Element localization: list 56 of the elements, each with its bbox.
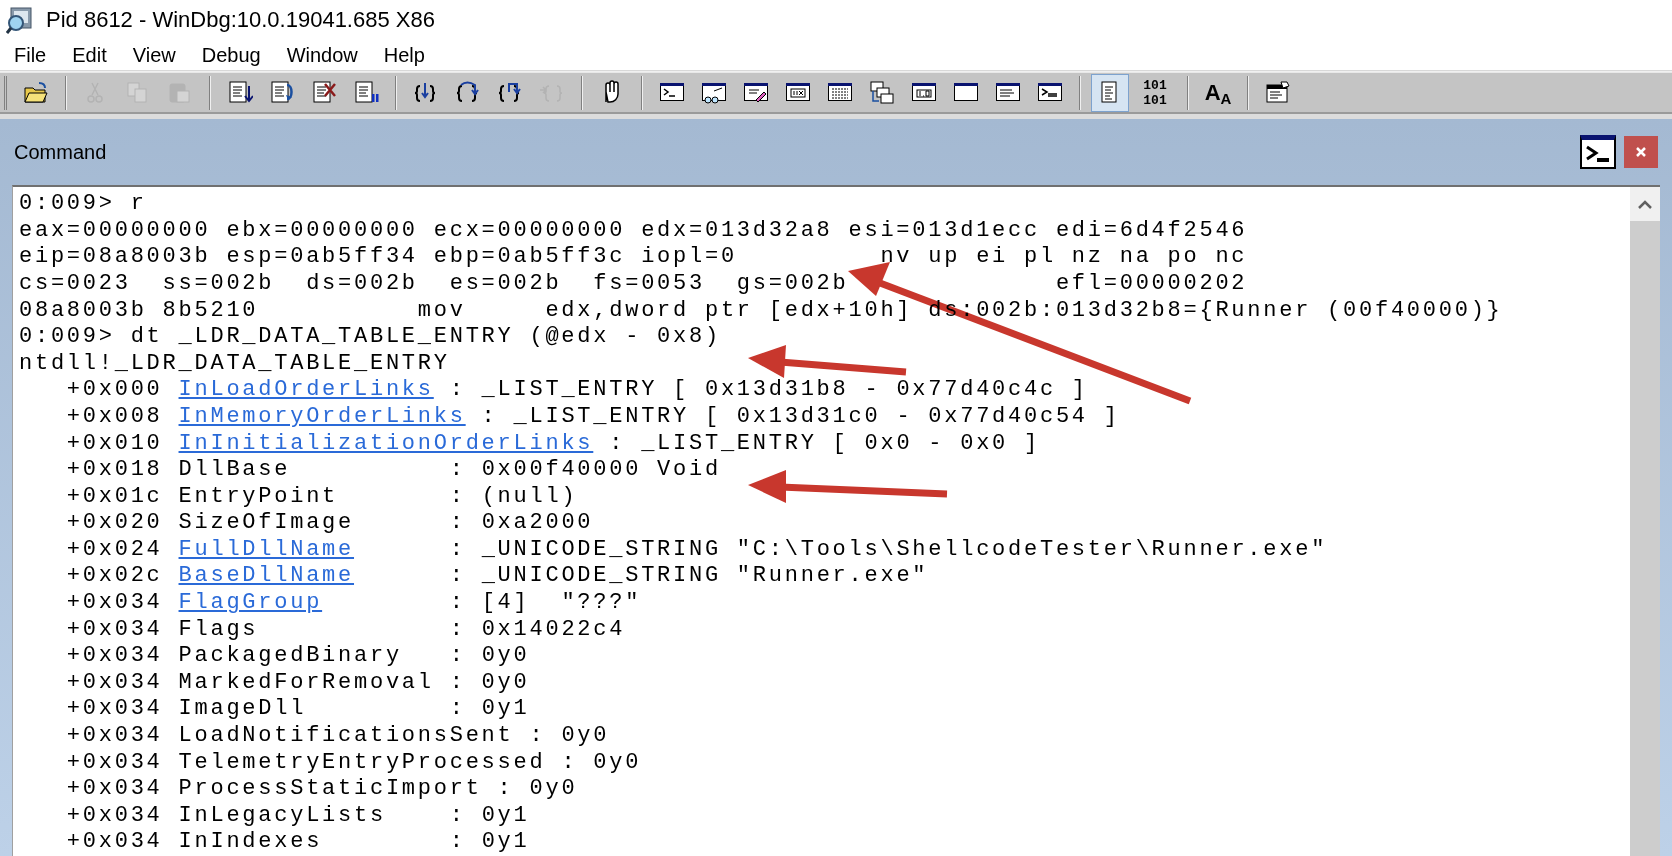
console-line: eip=08a8003b esp=0ab5ff34 ebp=0ab5ff3c iopl=0 nv up ei pl nz na po nc bbox=[19, 244, 1248, 270]
console-line: eax=00000000 ebx=00000000 ecx=00000000 edx=013d32a8 esi=013d1ecc edi=6d4f2546 bbox=[19, 217, 1248, 243]
scrollbar[interactable] bbox=[1630, 187, 1660, 856]
document-cross-icon bbox=[311, 79, 337, 106]
console-line: +0x008 InMemoryOrderLinks : _LIST_ENTRY [ 0x13d31c0 - 0x77d40c54 ] bbox=[65, 403, 1120, 429]
console-line: +0x034 InLegacyLists : 0y1 bbox=[65, 802, 530, 828]
console-line: 0:009> r bbox=[19, 191, 147, 217]
menu-item[interactable]: Edit bbox=[72, 39, 107, 70]
debugger-app-icon bbox=[6, 5, 34, 34]
console-line: +0x018 DllBase : 0x00f40000 Void bbox=[65, 457, 721, 483]
console-line: +0x034 LoadNotificationsSent : 0y0 bbox=[65, 723, 610, 749]
document-arrow-icon bbox=[269, 79, 295, 106]
menu-item[interactable]: View bbox=[132, 39, 176, 70]
console-line: +0x034 ProcessStaticImport : 0y0 bbox=[65, 776, 578, 802]
menu-item[interactable]: Debug bbox=[201, 39, 261, 70]
console-line: +0x02c BaseDllName : _UNICODE_STRING "Runner.exe" bbox=[65, 563, 929, 589]
close-icon bbox=[1635, 146, 1647, 159]
close-button[interactable] bbox=[1624, 136, 1658, 169]
menu-item[interactable]: Window bbox=[286, 39, 358, 70]
field-link[interactable]: InLoadOrderLinks bbox=[178, 377, 434, 403]
console-line: +0x034 FlagGroup : [4] "???" bbox=[65, 590, 642, 616]
assembly-mode-button[interactable]: 101 101 bbox=[1133, 73, 1177, 112]
menu-item[interactable]: Help bbox=[383, 39, 425, 70]
source-mode-button[interactable] bbox=[1091, 73, 1129, 112]
command-window-button[interactable] bbox=[1580, 135, 1616, 170]
document-bars-icon bbox=[353, 79, 379, 106]
field-link[interactable]: FlagGroup bbox=[178, 590, 323, 616]
console-line: 0:009> dt _LDR_DATA_TABLE_ENTRY (@edx - 0x8) bbox=[19, 324, 721, 350]
field-link[interactable]: BaseDllName bbox=[178, 563, 354, 589]
console-line: +0x01c EntryPoint : (null) bbox=[65, 483, 578, 509]
field-link[interactable]: InInitializationOrderLinks bbox=[178, 430, 594, 456]
document-arrow-icon bbox=[227, 79, 253, 106]
console-line: +0x034 InIndexes : 0y1 bbox=[65, 829, 530, 855]
console-line: +0x034 TelemetryEntryProcessed : 0y0 bbox=[65, 749, 642, 775]
console-line: +0x010 InInitializationOrderLinks : _LIST_ENTRY [ 0x0 - 0x0 ] bbox=[65, 430, 1040, 456]
console-line: +0x000 InLoadOrderLinks : _LIST_ENTRY [ 0x13d31b8 - 0x77d40c4c ] bbox=[65, 377, 1088, 403]
window-title: Pid 8612 - WinDbg:10.0.19041.685 X86 bbox=[46, 6, 435, 35]
console-line: +0x034 ImageDll : 0y1 bbox=[65, 696, 530, 722]
folder-icon bbox=[23, 79, 49, 106]
menu-item[interactable]: File bbox=[14, 39, 47, 70]
scroll-up-button[interactable] bbox=[1630, 187, 1660, 222]
stacked-windows-icon bbox=[869, 79, 895, 106]
caret-up-icon bbox=[1638, 199, 1652, 209]
options-window-icon bbox=[1265, 79, 1291, 106]
console-line: +0x034 PackagedBinary : 0y0 bbox=[65, 643, 530, 669]
console-line: +0x020 SizeOfImage : 0xa2000 bbox=[65, 510, 594, 536]
console-line: cs=0023 ss=002b ds=002b es=002b fs=0053 gs=002b efl=00000202 bbox=[19, 270, 1248, 296]
console-line: +0x034 Flags : 0x14022c4 bbox=[65, 616, 626, 642]
field-link[interactable]: InMemoryOrderLinks bbox=[178, 403, 466, 429]
console-line: ntdll!_LDR_DATA_TABLE_ENTRY bbox=[19, 350, 450, 376]
prompt-icon bbox=[1585, 144, 1611, 163]
console-line: +0x024 FullDllName : _UNICODE_STRING "C:\Tools\ShellcodeTester\Runner.exe" bbox=[65, 536, 1328, 562]
pane-title: Command bbox=[13, 140, 107, 166]
field-link[interactable]: FullDllName bbox=[178, 536, 354, 562]
font-button[interactable]: A$_{A}$ bbox=[1199, 73, 1237, 112]
console-line: +0x034 MarkedForRemoval : 0y0 bbox=[65, 669, 530, 695]
